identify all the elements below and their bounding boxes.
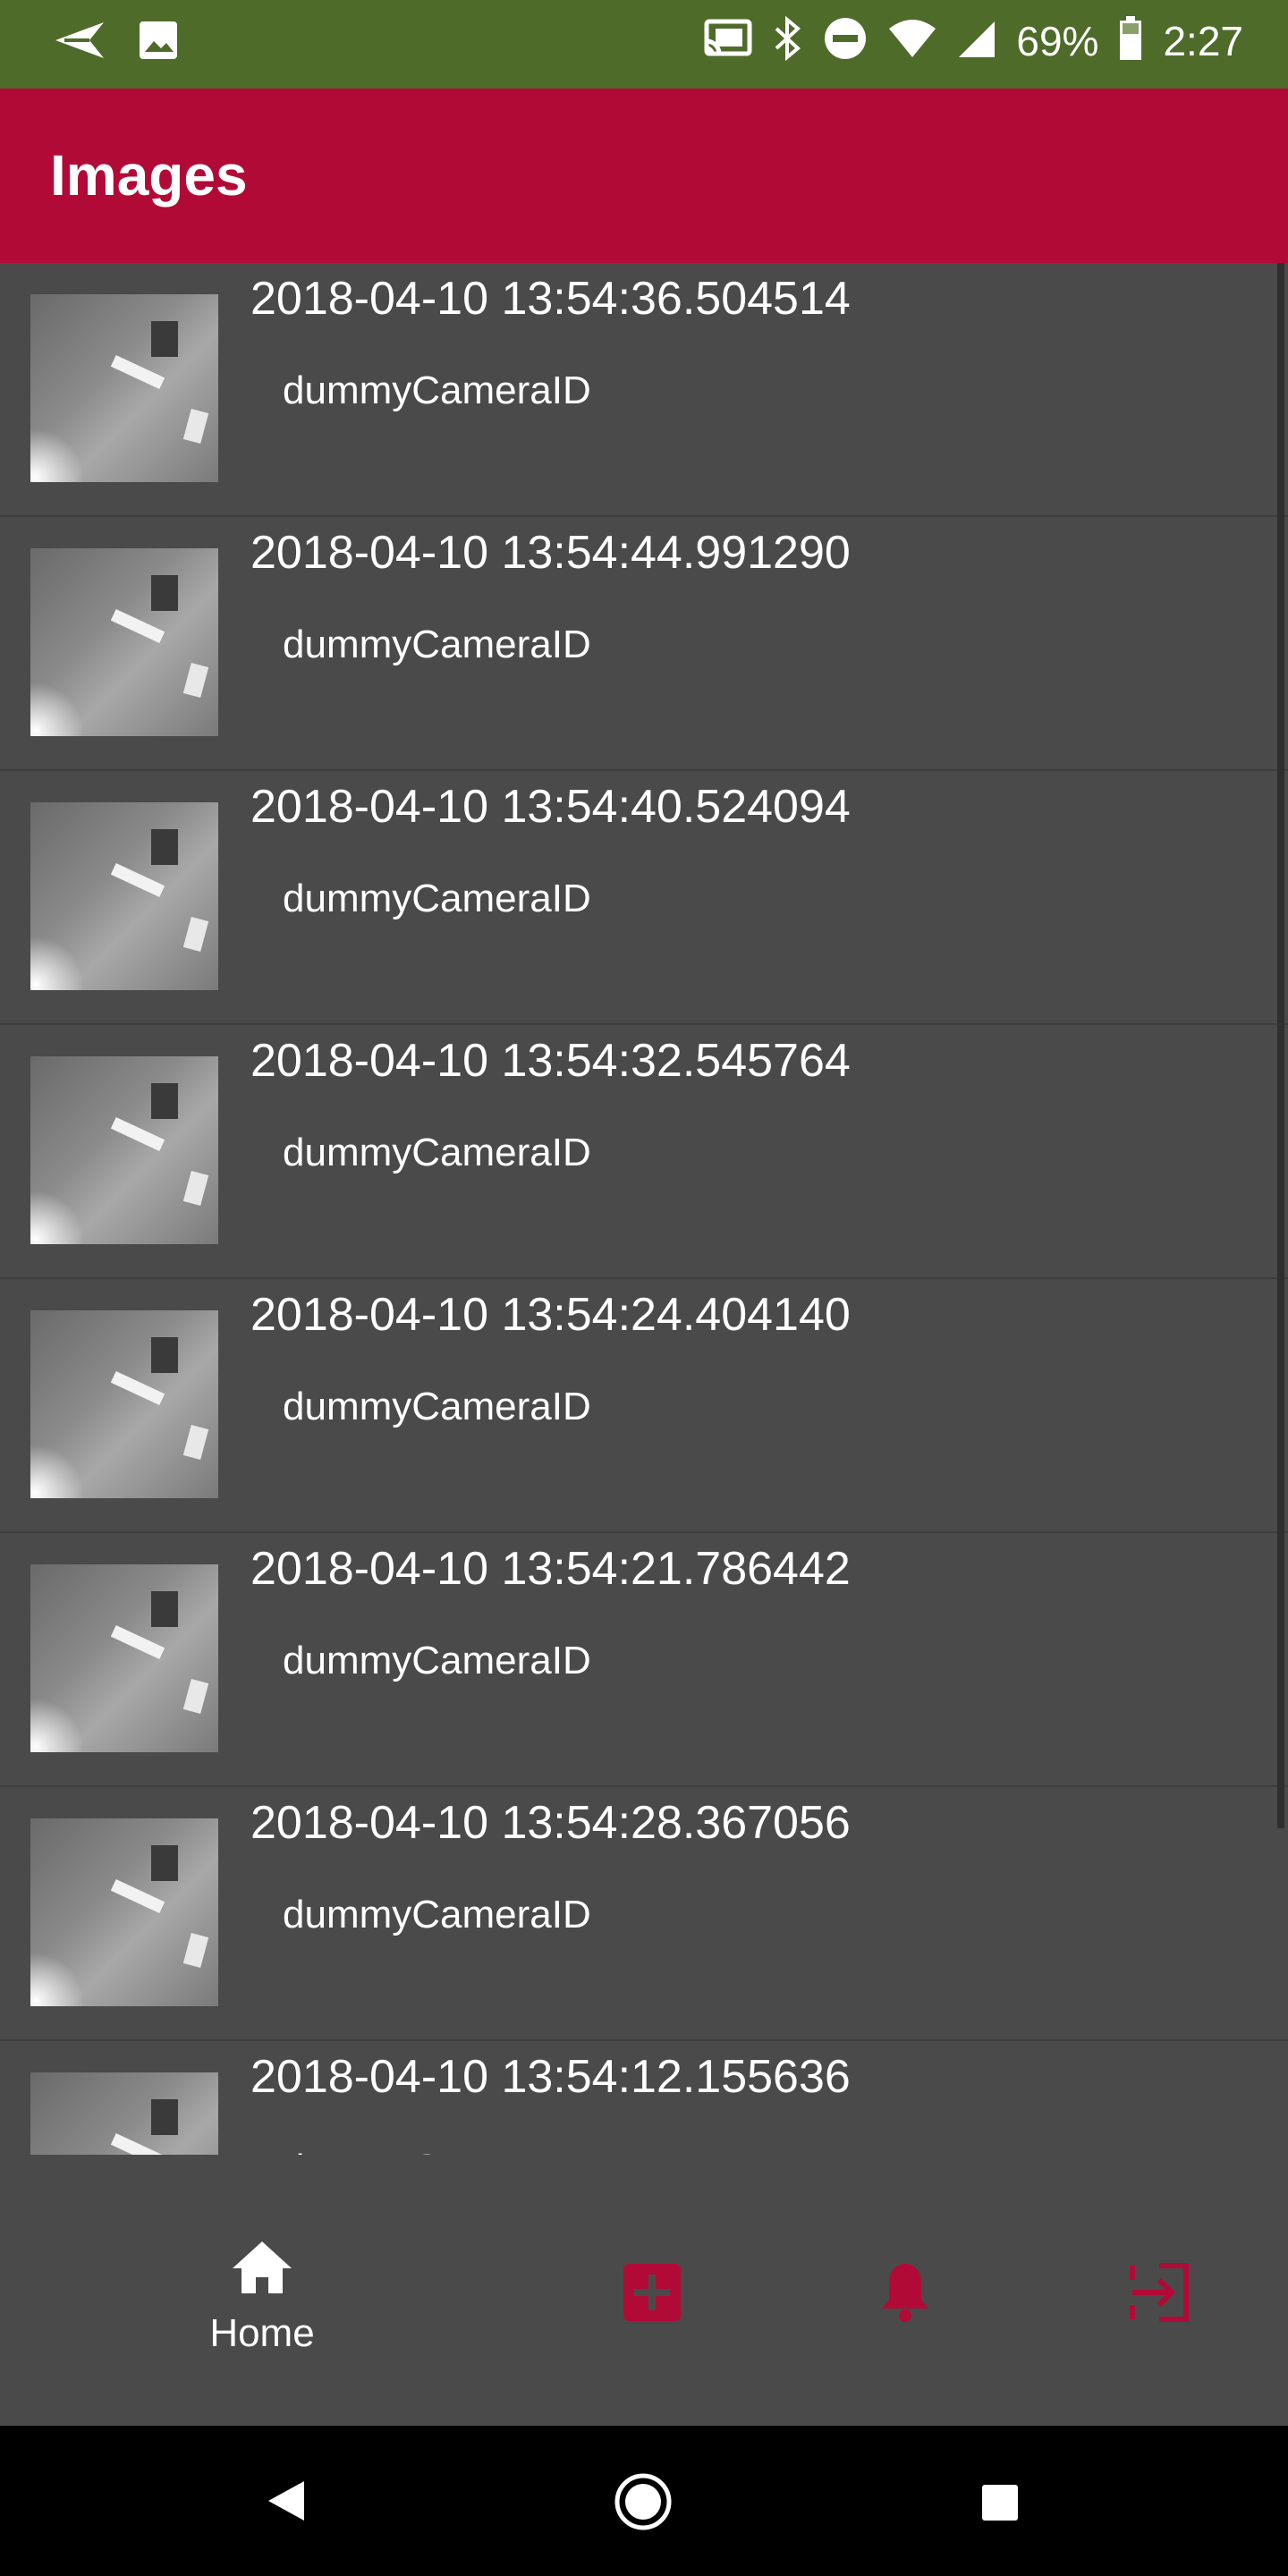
- camera-id: dummyCameraID: [283, 623, 591, 666]
- app-bar: Images: [0, 89, 1288, 263]
- list-item[interactable]: 2018-04-10 13:54:44.991290 dummyCameraID: [0, 517, 1288, 771]
- image-thumbnail[interactable]: [30, 1310, 218, 1498]
- battery-percent: 69%: [1016, 17, 1099, 64]
- signal-icon: [957, 18, 996, 64]
- camera-id: dummyCameraID: [283, 1639, 591, 1682]
- camera-id: dummyCameraID: [283, 2147, 591, 2155]
- do-not-disturb-icon: [823, 16, 868, 65]
- image-thumbnail[interactable]: [30, 802, 218, 990]
- list-item[interactable]: 2018-04-10 13:54:28.367056 dummyCameraID: [0, 1787, 1288, 2041]
- scrollbar[interactable]: [1277, 263, 1284, 1828]
- back-icon[interactable]: [267, 2479, 306, 2527]
- image-timestamp: 2018-04-10 13:54:40.524094: [250, 781, 851, 833]
- list-item[interactable]: 2018-04-10 13:54:36.504514 dummyCameraID: [0, 263, 1288, 517]
- bell-icon: [878, 2264, 932, 2326]
- list-item[interactable]: 2018-04-10 13:54:32.545764 dummyCameraID: [0, 1025, 1288, 1279]
- nav-notifications[interactable]: [878, 2260, 932, 2327]
- nav-home-label: Home: [209, 2311, 315, 2355]
- logout-icon: [1129, 2263, 1191, 2326]
- image-timestamp: 2018-04-10 13:54:32.545764: [250, 1035, 851, 1087]
- image-thumbnail[interactable]: [30, 1818, 218, 2006]
- image-timestamp: 2018-04-10 13:54:24.404140: [250, 1289, 851, 1341]
- recents-icon[interactable]: [980, 2483, 1020, 2527]
- nav-logout[interactable]: [1129, 2262, 1191, 2327]
- image-thumbnail[interactable]: [30, 1564, 218, 1752]
- camera-id: dummyCameraID: [283, 1893, 591, 1936]
- image-thumbnail[interactable]: [30, 2072, 218, 2155]
- bottom-nav: Home: [0, 2155, 1288, 2426]
- list-item[interactable]: 2018-04-10 13:54:21.786442 dummyCameraID: [0, 1533, 1288, 1787]
- image-timestamp: 2018-04-10 13:54:28.367056: [250, 1797, 851, 1849]
- home-circle-icon[interactable]: [614, 2472, 673, 2536]
- camera-id: dummyCameraID: [283, 369, 591, 412]
- add-box-icon: [622, 2264, 682, 2326]
- page-title: Images: [50, 143, 248, 208]
- image-timestamp: 2018-04-10 13:54:36.504514: [250, 273, 851, 325]
- list-item[interactable]: 2018-04-10 13:54:12.155636 dummyCameraID: [0, 2041, 1288, 2155]
- image-timestamp: 2018-04-10 13:54:44.991290: [250, 527, 851, 579]
- image-thumbnail[interactable]: [30, 294, 218, 482]
- list-item[interactable]: 2018-04-10 13:54:40.524094 dummyCameraID: [0, 771, 1288, 1025]
- status-bar: 69% 2:27: [0, 0, 1288, 89]
- camera-id: dummyCameraID: [283, 877, 591, 920]
- wifi-icon: [887, 18, 937, 64]
- image-thumbnail[interactable]: [30, 1056, 218, 1244]
- home-icon: [231, 2240, 293, 2300]
- image-timestamp: 2018-04-10 13:54:21.786442: [250, 1543, 851, 1595]
- image-icon: [138, 20, 179, 65]
- nav-home[interactable]: Home: [208, 2240, 316, 2436]
- camera-id: dummyCameraID: [283, 1131, 591, 1174]
- send-icon: [54, 21, 106, 64]
- bluetooth-icon: [773, 15, 803, 65]
- list-item[interactable]: 2018-04-10 13:54:24.404140 dummyCameraID: [0, 1279, 1288, 1533]
- system-nav-bar: [0, 2426, 1288, 2576]
- clock: 2:27: [1163, 17, 1243, 64]
- nav-add[interactable]: [622, 2262, 682, 2327]
- battery-icon: [1118, 16, 1143, 65]
- image-thumbnail[interactable]: [30, 548, 218, 736]
- cast-icon: [701, 18, 753, 64]
- image-timestamp: 2018-04-10 13:54:12.155636: [250, 2051, 851, 2103]
- image-list[interactable]: 2018-04-10 13:54:36.504514 dummyCameraID…: [0, 263, 1288, 2155]
- camera-id: dummyCameraID: [283, 1385, 591, 1428]
